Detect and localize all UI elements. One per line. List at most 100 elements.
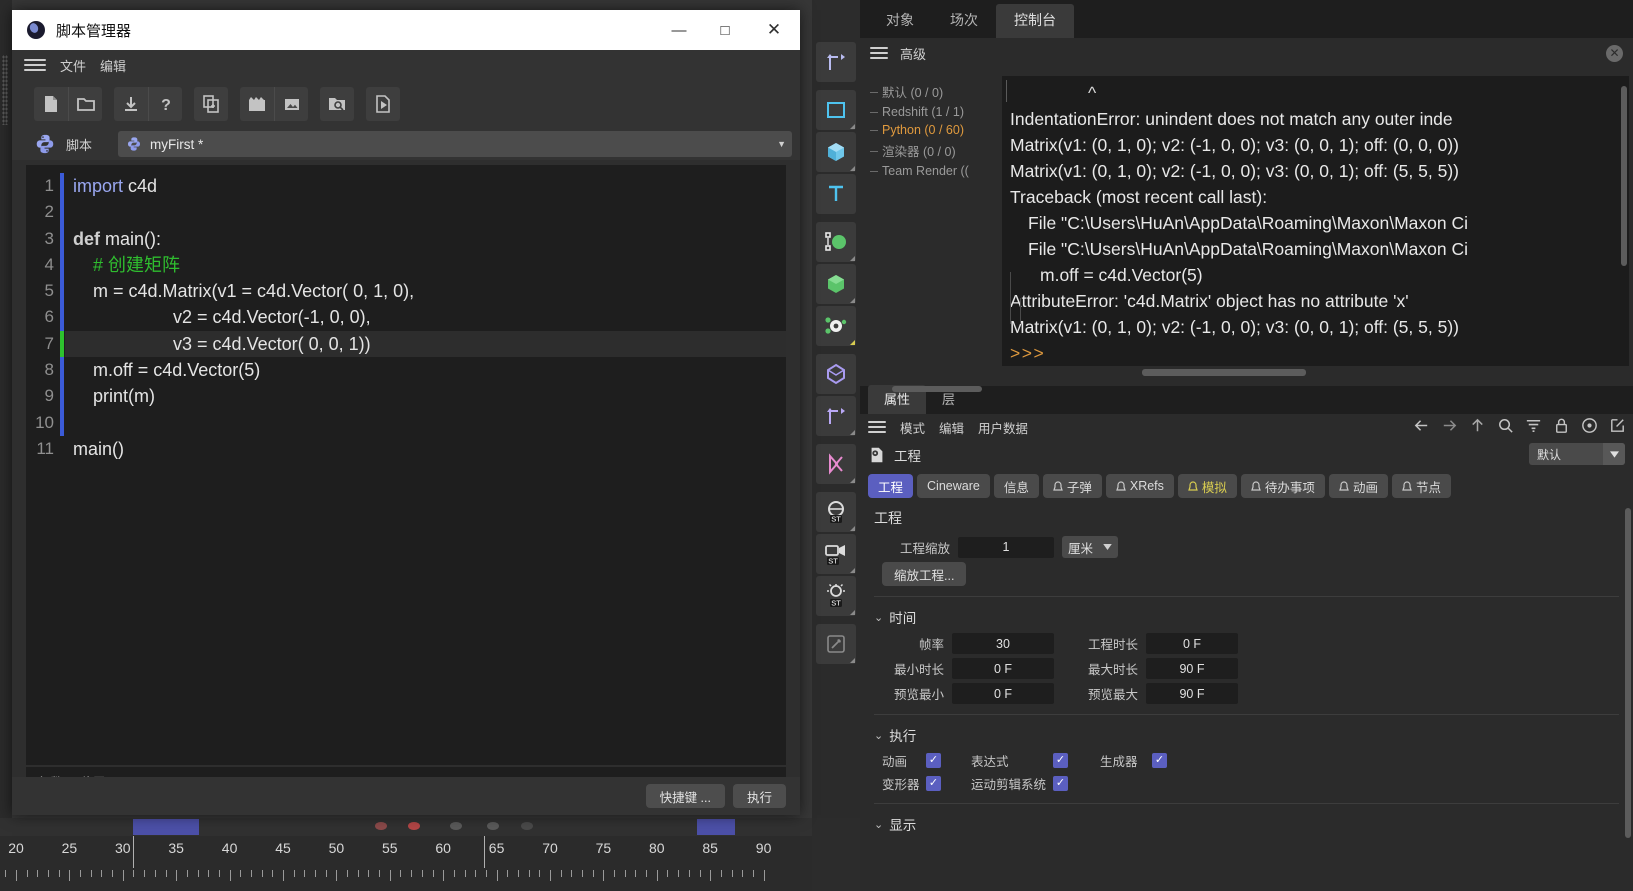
console-horizontal-scrollbar[interactable] [1142, 369, 1306, 376]
prop-tab-project[interactable]: 工程 [868, 474, 914, 498]
track-marker[interactable] [375, 822, 387, 830]
prop-tab-simulation[interactable]: 模拟 [1177, 474, 1237, 498]
chevron-down-icon[interactable] [1603, 443, 1625, 465]
volume-icon[interactable] [816, 354, 856, 394]
script-dropdown[interactable]: myFirst * ▼ [118, 131, 792, 157]
attributes-toolbar-icons[interactable] [1412, 416, 1627, 435]
max-length-input[interactable]: 90 F [1146, 658, 1238, 679]
help-icon[interactable]: ? [148, 87, 182, 121]
light-track-icon[interactable]: ST [816, 576, 856, 616]
code-line[interactable]: # 创建矩阵 [65, 252, 786, 278]
dialog-titlebar[interactable]: 脚本管理器 — □ ✕ [12, 10, 800, 50]
timeline-track-lane[interactable] [0, 818, 812, 836]
sound-track-icon[interactable]: ST [816, 492, 856, 532]
panel-tabbar[interactable]: 对象 场次 控制台 [860, 0, 1633, 38]
vertical-toolbar[interactable]: ST ST ST [812, 40, 860, 818]
console-hscroll-track[interactable] [1142, 366, 1629, 380]
filter-icon[interactable] [1524, 416, 1543, 435]
time-marker[interactable] [484, 836, 485, 868]
menu-edit[interactable]: 编辑 [100, 56, 126, 75]
green-poly-icon[interactable] [816, 264, 856, 304]
folder-search-group[interactable] [320, 87, 354, 121]
chevron-down-icon[interactable]: ⌄ [874, 611, 883, 624]
fps-input[interactable]: 30 [952, 633, 1054, 654]
console-source-list[interactable]: 默认 (0 / 0) Redshift (1 / 1) Python (0 / … [864, 68, 1002, 392]
min-length-input[interactable]: 0 F [952, 658, 1054, 679]
back-arrow-icon[interactable] [1412, 416, 1431, 435]
prop-tab-animation[interactable]: 动画 [1328, 474, 1388, 498]
save-help-group[interactable]: ? [114, 87, 182, 121]
section-time-header[interactable]: ⌄ 时间 [860, 605, 1633, 631]
popout-icon[interactable] [1608, 416, 1627, 435]
scale-project-button[interactable]: 缩放工程... [882, 562, 967, 586]
project-unit-dropdown[interactable]: 厘米 [1062, 536, 1119, 558]
rectangle-select-icon[interactable] [816, 90, 856, 130]
section-display-header[interactable]: ⌄ 显示 [860, 812, 1633, 838]
prop-tab-cineware[interactable]: Cineware [917, 474, 990, 498]
axis-move-icon[interactable] [816, 42, 856, 82]
media-group[interactable] [240, 87, 308, 121]
lock-icon[interactable] [1552, 416, 1571, 435]
axis-purple-icon[interactable] [816, 396, 856, 436]
animation-checkbox[interactable]: ✓ [926, 753, 941, 768]
keyframe-block[interactable] [697, 819, 735, 835]
console-menu-advanced[interactable]: 高级 [900, 44, 926, 63]
code-line[interactable]: v3 = c4d.Vector( 0, 0, 1)) [65, 330, 786, 358]
motionclip-checkbox[interactable]: ✓ [1053, 776, 1068, 791]
attributes-vertical-scrollbar[interactable] [1625, 508, 1631, 838]
source-list-scrollbar[interactable] [892, 386, 982, 392]
hamburger-menu-icon[interactable] [870, 47, 888, 59]
code-line[interactable] [65, 410, 786, 436]
execute-button[interactable]: 执行 [732, 784, 786, 808]
hamburger-menu-icon[interactable] [868, 421, 886, 433]
chevron-down-icon[interactable]: ⌄ [874, 729, 883, 742]
track-marker[interactable] [408, 822, 420, 830]
menu-mode[interactable]: 模式 [900, 418, 925, 437]
text-tool-icon[interactable] [816, 174, 856, 214]
track-marker[interactable] [487, 822, 499, 830]
code-line[interactable]: m.off = c4d.Vector(5) [65, 357, 786, 383]
preset-dropdown[interactable]: 默认 [1529, 443, 1625, 465]
new-file-icon[interactable] [34, 87, 68, 121]
tab-takes[interactable]: 场次 [932, 4, 996, 38]
run-file-icon[interactable] [366, 87, 400, 121]
prop-tab-bullet[interactable]: 子弹 [1042, 474, 1102, 498]
window-buttons[interactable]: — □ ✕ [656, 10, 800, 50]
code-line[interactable] [65, 199, 786, 225]
maximize-button[interactable]: □ [702, 10, 748, 50]
code-editor[interactable]: 1 2 3 4 5 6 7 8 9 10 11 import c4d def main(): # 创… [26, 165, 786, 765]
search-icon[interactable] [1496, 416, 1515, 435]
camera-track-icon[interactable]: ST [816, 534, 856, 574]
keyframe-block[interactable] [166, 819, 199, 835]
download-icon[interactable] [114, 87, 148, 121]
simulation-icon[interactable] [816, 306, 856, 346]
tab-console[interactable]: 控制台 [996, 4, 1074, 38]
code-line[interactable]: main() [65, 436, 786, 462]
chevron-down-icon[interactable]: ▼ [777, 139, 786, 149]
prop-tab-xrefs[interactable]: XRefs [1105, 474, 1174, 498]
menu-file[interactable]: 文件 [60, 56, 86, 75]
run-group[interactable] [366, 87, 400, 121]
console-source-default[interactable]: 默认 (0 / 0) [864, 80, 1002, 103]
target-icon[interactable] [1580, 416, 1599, 435]
code-lines[interactable]: import c4d def main(): # 创建矩阵 m = c4d.Ma… [65, 165, 786, 765]
preview-max-input[interactable]: 90 F [1146, 683, 1238, 704]
minimize-button[interactable]: — [656, 10, 702, 50]
track-marker[interactable] [521, 822, 533, 830]
code-line[interactable]: import c4d [65, 173, 786, 199]
close-circle-icon[interactable]: ✕ [1606, 45, 1623, 62]
timeline[interactable]: 20 25 30 35 40 45 50 55 60 65 70 75 80 85 90 [0, 818, 812, 891]
pen-tool-icon[interactable] [816, 624, 856, 664]
project-length-input[interactable]: 0 F [1146, 633, 1238, 654]
prop-tab-nodes[interactable]: 节点 [1391, 474, 1451, 498]
chevron-down-icon[interactable]: ⌄ [874, 818, 883, 831]
field-icon[interactable] [816, 444, 856, 484]
project-scale-input[interactable]: 1 [958, 536, 1054, 558]
up-arrow-icon[interactable] [1468, 416, 1487, 435]
menu-edit[interactable]: 编辑 [939, 418, 964, 437]
forward-arrow-icon[interactable] [1440, 416, 1459, 435]
track-marker[interactable] [450, 822, 462, 830]
section-exec-header[interactable]: ⌄ 执行 [860, 723, 1633, 749]
open-folder-icon[interactable] [68, 87, 102, 121]
console-source-redshift[interactable]: Redshift (1 / 1) [864, 103, 1002, 121]
